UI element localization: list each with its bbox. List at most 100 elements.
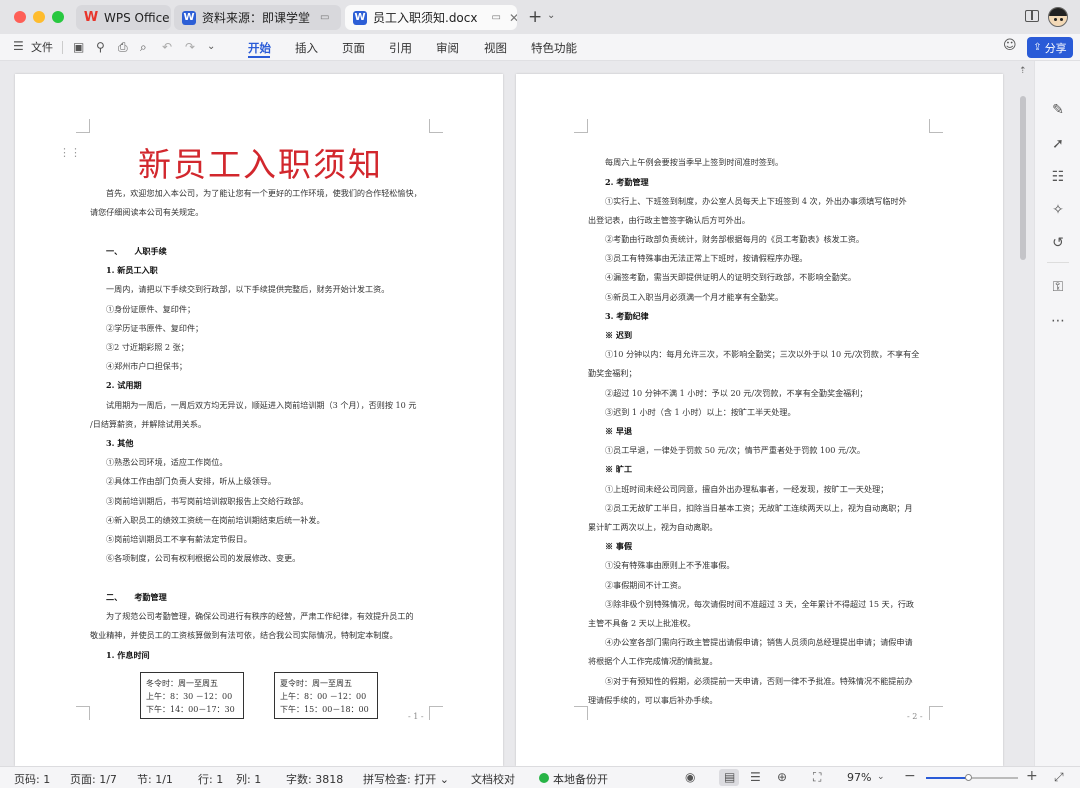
body-line: /日结算薪资，并解除试用关系。 [90, 419, 207, 429]
body-line: ③岗前培训期后，书写岗前培训叙职报告上交给行政部。 [106, 496, 309, 506]
page-indicator[interactable]: 页面: 1/7 [70, 771, 117, 787]
margin-corner [76, 119, 90, 133]
fullscreen-icon[interactable]: ⤢ [1054, 770, 1064, 785]
share-link-icon[interactable]: ⚲ [96, 40, 105, 54]
document-page-2[interactable]: 每周六上午例会要按当季早上签到时间准时签到。 2. 考勤管理 ①实行上、下班签到… [516, 74, 1003, 766]
history-icon[interactable]: ↺ [1049, 234, 1067, 252]
plus-icon[interactable]: + [528, 7, 542, 27]
more-chevron-icon[interactable]: ⌄ [207, 41, 215, 52]
tab-document[interactable]: W 员工入职须知.docx ▭ ✕ [345, 5, 517, 30]
col-indicator[interactable]: 列: 1 [236, 771, 261, 787]
body-line: ①10 分钟以内：每月允许三次，不影响全勤奖；三次以外于以 10 元/次罚款，不… [605, 349, 920, 359]
body-line: ①员工早退，一律处于罚款 50 元/次；情节严重者处于罚款 100 元/次。 [605, 445, 866, 455]
zoom-in-icon[interactable]: + [1026, 768, 1038, 784]
margin-corner [429, 119, 443, 133]
body-line: ③迟到 1 小时（含 1 小时）以上：按旷工半天处理。 [605, 407, 796, 417]
drag-handle-icon[interactable]: ⋮⋮ [59, 147, 81, 158]
share-label: 分享 [1044, 41, 1067, 55]
tab-wps-office[interactable]: W WPS Office [76, 5, 171, 30]
body-line: 理请假手续的，可以事后补办手续。 [588, 695, 718, 705]
box-line: 上午：8：00 －12：00 [280, 692, 367, 701]
menu-view[interactable]: 视图 [484, 40, 507, 56]
zoom-level[interactable]: 97% [847, 771, 871, 784]
monitor-icon: ▭ [320, 12, 330, 23]
body-line: 将根据个人工作完成情况酌情批复。 [588, 656, 718, 666]
scroll-top-icon[interactable]: ⇡ [1019, 66, 1027, 76]
lock-icon[interactable]: ⚿ [1049, 278, 1067, 296]
subheading: ※ 旷工 [605, 464, 633, 474]
row-indicator[interactable]: 行: 1 [198, 771, 223, 787]
menu-review[interactable]: 审阅 [436, 40, 459, 56]
body-line: ④郑州市户口担保书； [106, 361, 187, 371]
share-icon: ⇪ [1033, 42, 1042, 53]
menu-home[interactable]: 开始 [248, 40, 271, 56]
page-title: 新员工入职须知 [138, 145, 383, 184]
menu-page[interactable]: 页面 [342, 40, 365, 56]
menu-reference[interactable]: 引用 [389, 40, 412, 56]
subheading: ※ 迟到 [605, 330, 633, 340]
pen-icon[interactable]: ✎ [1049, 101, 1067, 119]
word-doc-icon: W [182, 10, 196, 25]
zoom-slider-fill [926, 777, 968, 779]
print-preview-icon[interactable]: ⌕ [140, 40, 147, 55]
zoom-slider-thumb[interactable] [965, 774, 972, 781]
margin-corner [574, 706, 588, 720]
backup-status[interactable]: 本地备份开 [553, 771, 608, 787]
redo-icon[interactable]: ↷ [185, 40, 195, 54]
outline-list-icon[interactable]: ☰ [750, 770, 761, 784]
proofread[interactable]: 文档校对 [471, 771, 515, 787]
web-icon[interactable]: ⊕ [777, 770, 787, 784]
comment-icon[interactable]: ☺ [1003, 38, 1017, 53]
body-line: ④漏签考勤，需当天即提供证明人的证明交到行政部，不影响全勤奖。 [605, 272, 856, 282]
fit-icon[interactable]: ⛶ [813, 770, 821, 785]
word-count[interactable]: 字数: 3818 [286, 771, 343, 787]
zoom-dropdown-icon[interactable]: ⌄ [877, 772, 885, 782]
section-heading: 一、 人职手续 [106, 246, 167, 256]
margin-corner [574, 119, 588, 133]
more-icon[interactable]: ⋯ [1049, 312, 1067, 330]
backup-status-icon [539, 773, 549, 783]
zoom-out-icon[interactable]: − [904, 768, 916, 784]
zoom-slider-track[interactable] [926, 774, 1018, 781]
share-button[interactable]: ⇪ 分享 [1027, 37, 1073, 58]
settings-sliders-icon[interactable]: ☷ [1049, 168, 1067, 186]
vertical-scrollbar[interactable] [1020, 96, 1026, 260]
file-menu[interactable]: 文件 [31, 39, 53, 55]
menu-icon[interactable]: ☰ [13, 39, 24, 53]
page-code[interactable]: 页码: 1 [14, 771, 50, 787]
outline-icon[interactable]: ▤ [724, 770, 735, 784]
body-line: ②学历证书原件、复印件； [106, 323, 204, 333]
close-tab-icon[interactable]: ✕ [509, 11, 517, 25]
ai-icon[interactable]: ✧ [1049, 201, 1067, 219]
tab-source[interactable]: W 资料来源：即课学堂 ▭ [174, 5, 341, 30]
menu-features[interactable]: 特色功能 [531, 40, 577, 56]
body-line: ④新入职员工的绩效工资统一在岗前培训期结束后统一补发。 [106, 515, 325, 525]
chevron-down-icon[interactable]: ⌄ [547, 10, 555, 21]
body-line: ②员工无故旷工半日，扣除当日基本工资；无故旷工连续两天以上，视为自动离职；月 [605, 503, 913, 513]
close-icon[interactable] [14, 11, 26, 23]
menu-insert[interactable]: 插入 [295, 40, 318, 56]
body-line: ①上班时间未经公司同意，擅自外出办理私事者，一经发现，按旷工一天处理； [605, 484, 889, 494]
body-line: 请您仔细阅读本公司有关规定。 [90, 207, 204, 217]
undo-icon[interactable]: ↶ [162, 40, 172, 54]
document-page-1[interactable]: ⋮⋮ 新员工入职须知 首先，欢迎您加入本公司，为了能让您有一个更好的工作环境，使… [15, 74, 503, 766]
spell-check[interactable]: 拼写检查: 打开 ⌄ [363, 771, 449, 787]
body-line: ⑥各项制度，公司有权利根据公司的发展修改、变更。 [106, 553, 301, 563]
avatar[interactable] [1048, 7, 1068, 27]
select-icon[interactable]: ➚ [1049, 135, 1067, 153]
wps-logo-icon: W [83, 10, 99, 25]
section-indicator[interactable]: 节: 1/1 [137, 771, 173, 787]
save-icon[interactable]: ▣ [73, 40, 84, 54]
minimize-icon[interactable] [33, 11, 45, 23]
subheading: ※ 早退 [605, 426, 633, 436]
print-icon[interactable]: ⎙ [118, 40, 128, 55]
monitor-icon: ▭ [491, 12, 501, 23]
eye-icon[interactable]: ◉ [685, 770, 695, 784]
margin-corner [429, 706, 443, 720]
summer-schedule-box: 夏令时：周一至周五 上午：8：00 －12：00 下午：15：00－18：00 [274, 672, 378, 719]
sidebar-icon[interactable] [1025, 10, 1039, 22]
margin-corner [929, 119, 943, 133]
subheading: 3. 其他 [106, 438, 134, 448]
maximize-icon[interactable] [52, 11, 64, 23]
word-doc-icon: W [353, 10, 367, 25]
